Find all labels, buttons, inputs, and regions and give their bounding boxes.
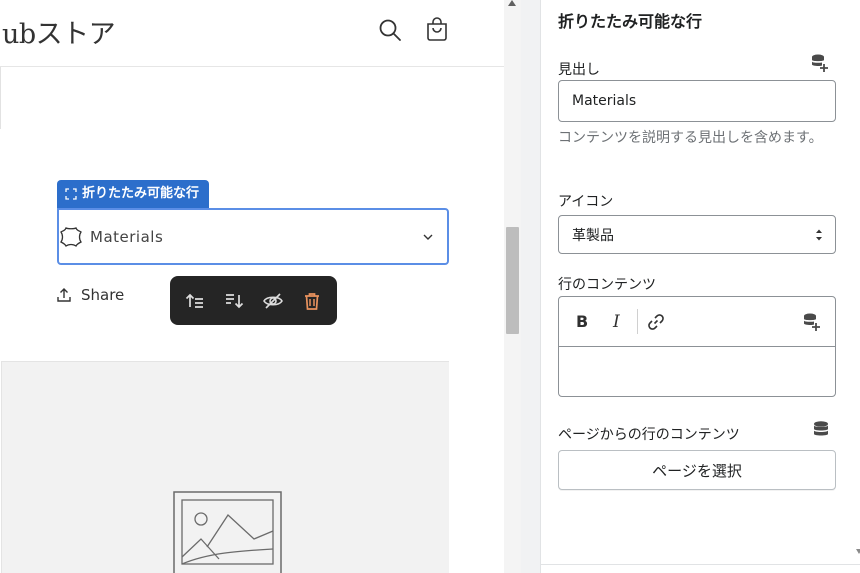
cart-icon[interactable] — [424, 17, 450, 43]
move-up-icon — [185, 293, 203, 308]
block-floating-toolbar — [170, 276, 337, 325]
heading-input-value: Materials — [572, 93, 637, 109]
store-logo[interactable]: ubストア — [2, 12, 116, 51]
scroll-thumb[interactable] — [506, 227, 519, 334]
image-placeholder-icon — [173, 491, 282, 573]
store-preview: ubストア 折りたたみ可能な行 Materials Share — [0, 0, 504, 573]
panel-divider — [541, 564, 860, 565]
leather-icon — [60, 227, 82, 247]
selected-block-tag[interactable]: 折りたたみ可能な行 — [57, 180, 210, 208]
page-content-label: ページからの行のコンテンツ — [558, 427, 740, 443]
select-frame-icon — [65, 188, 77, 200]
block-tag-label: 折りたたみ可能な行 — [82, 186, 200, 201]
collapsible-row-label: Materials — [90, 228, 164, 246]
move-down-icon — [225, 293, 243, 308]
panel-scroll-down-icon[interactable] — [856, 549, 860, 554]
bold-button[interactable]: B — [576, 312, 588, 331]
italic-button[interactable]: I — [613, 312, 620, 332]
icon-label: アイコン — [558, 194, 614, 210]
link-icon[interactable] — [646, 312, 666, 332]
scroll-up-arrow-icon[interactable] — [508, 0, 516, 6]
panel-title: 折りたたみ可能な行 — [558, 12, 703, 31]
share-button[interactable]: Share — [57, 286, 124, 304]
store-header: ubストア — [0, 0, 504, 67]
dynamic-source-icon[interactable] — [811, 420, 831, 440]
row-content-label: 行のコンテンツ — [558, 277, 656, 293]
share-label: Share — [81, 286, 125, 304]
delete-icon — [304, 292, 319, 310]
media-placeholder — [1, 361, 449, 573]
move-up-button[interactable] — [182, 288, 207, 313]
toolbar-separator — [637, 309, 638, 334]
move-down-button[interactable] — [221, 288, 246, 313]
select-arrows-icon — [816, 229, 822, 241]
hide-icon — [262, 292, 283, 309]
rte-toolbar: B I — [559, 297, 835, 347]
share-icon — [57, 288, 71, 302]
preview-scrollbar[interactable] — [504, 0, 521, 573]
delete-button[interactable] — [299, 288, 324, 313]
dynamic-source-add-icon[interactable] — [809, 53, 829, 73]
heading-input[interactable]: Materials — [558, 80, 836, 122]
divider — [0, 67, 1, 129]
row-content-editor[interactable]: B I — [558, 296, 836, 397]
block-settings-panel: 折りたたみ可能な行 見出し Materials コンテンツを説明する見出しを含め… — [540, 0, 860, 573]
icon-select[interactable]: 革製品 — [558, 215, 836, 254]
heading-help-text: コンテンツを説明する見出しを含めます。 — [558, 130, 823, 146]
select-page-button[interactable]: ページを選択 — [558, 450, 836, 490]
heading-label: 見出し — [558, 62, 600, 78]
chevron-down-icon — [423, 234, 433, 240]
dynamic-source-add-icon[interactable] — [801, 312, 821, 332]
hide-button[interactable] — [260, 288, 285, 313]
search-icon[interactable] — [377, 17, 403, 43]
collapsible-row[interactable]: Materials — [57, 208, 449, 265]
icon-select-value: 革製品 — [572, 227, 614, 244]
